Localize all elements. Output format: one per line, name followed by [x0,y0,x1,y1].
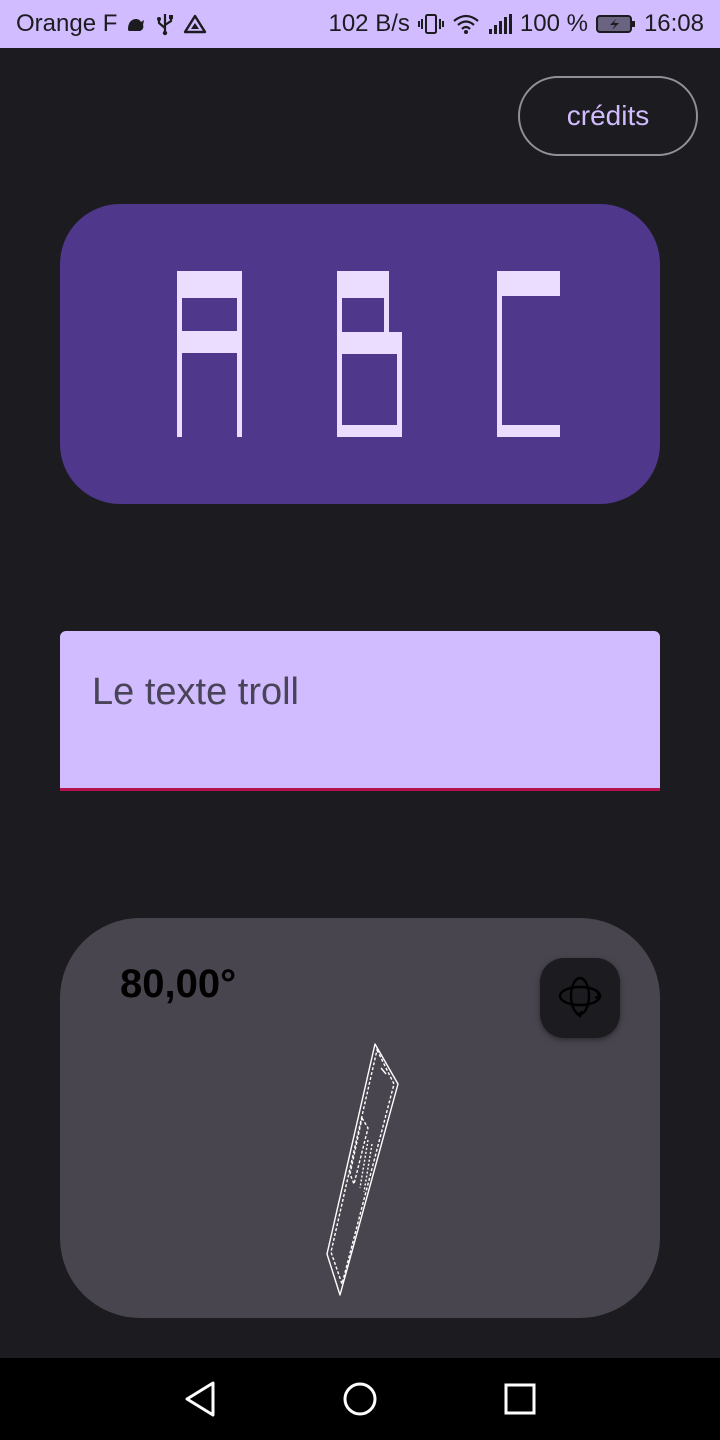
text-field[interactable]: Le texte troll [60,631,660,791]
network-speed: 102 B/s [328,10,410,37]
home-button[interactable] [335,1374,385,1424]
rotation-3d-icon [557,973,603,1024]
letter-c [497,271,560,437]
vibrate-icon [417,12,444,36]
back-icon [175,1381,225,1428]
home-icon [335,1382,385,1428]
abc-display-card [60,204,660,504]
abc-letters [177,271,560,437]
rotation-button[interactable] [540,958,620,1038]
navigation-bar [0,1358,720,1440]
cat-icon [125,13,147,35]
recents-button[interactable] [495,1374,545,1424]
angle-readout: 80,00° [120,962,237,1006]
drive-icon [183,13,207,35]
battery-percent: 100 % [519,10,588,37]
clock: 16:08 [643,10,704,37]
recents-icon [495,1383,545,1428]
letter-a [177,271,242,437]
usb-icon [155,12,175,36]
back-button[interactable] [175,1374,225,1424]
letter-b [337,271,402,437]
text-field-value: Le texte troll [92,671,299,713]
gyroscope-card: 80,00° [60,918,660,1318]
tilted-phone-illustration [326,1043,399,1296]
credits-button[interactable]: crédits [518,76,698,156]
signal-icon [488,13,512,35]
battery-icon [595,13,636,35]
carrier-name: Orange F [16,10,118,37]
wifi-icon [452,13,480,35]
status-bar: Orange F 102 B/s 100 % 16:08 [0,0,720,48]
